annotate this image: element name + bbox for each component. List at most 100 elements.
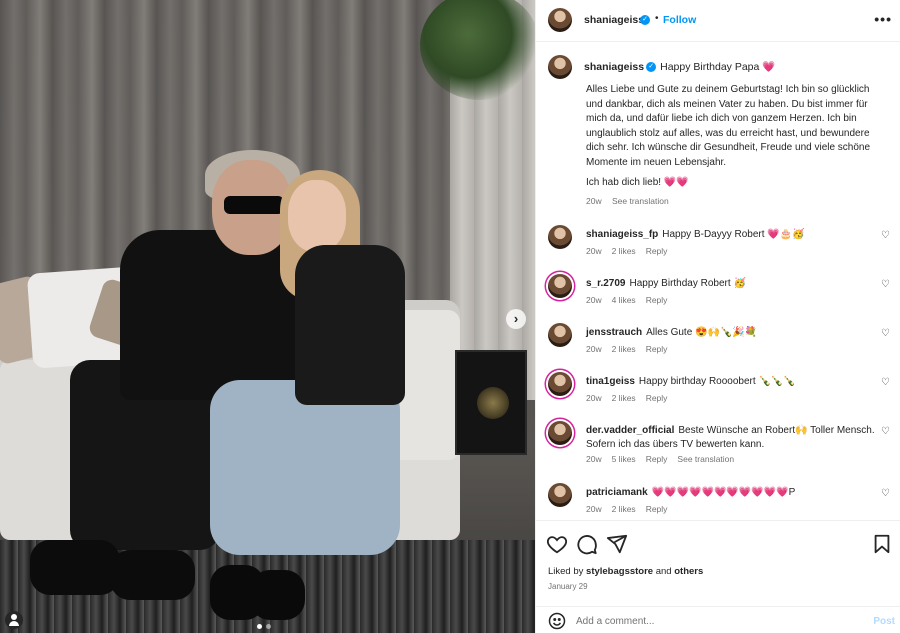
comment-like-icon[interactable]: ♡ [881, 488, 890, 499]
commenter-avatar[interactable] [548, 372, 572, 396]
bookmark-icon[interactable] [871, 533, 893, 555]
follow-button[interactable]: Follow [663, 14, 696, 26]
see-translation-link[interactable]: See translation [612, 196, 669, 206]
post-side-panel: shaniageiss ✓ • Follow ••• shaniageiss ✓ H… [535, 0, 900, 633]
see-translation-link[interactable]: See translation [677, 454, 734, 464]
comment-item: der.vadder_official Beste Wünsche an Robe… [548, 421, 898, 477]
comment-meta: 20w 2 likes Reply [586, 393, 677, 403]
comment-text: 💗💗💗💗💗💗💗💗💗💗💗P [651, 487, 796, 498]
comment-item: s_r.2709 Happy Birthday Robert 🥳 20w 4 lik… [548, 274, 898, 316]
next-photo-button[interactable]: › [506, 309, 526, 329]
comment-line: der.vadder_official Beste Wünsche an Robe… [586, 424, 876, 452]
caption-username[interactable]: shaniageiss [584, 61, 644, 73]
commenter-avatar[interactable] [548, 274, 572, 298]
reply-button[interactable]: Reply [646, 393, 668, 403]
carousel-dot-active [257, 624, 262, 629]
reply-button[interactable]: Reply [646, 504, 668, 514]
liked-by: Liked by stylebagsstore and others [548, 566, 703, 577]
caption-title: Happy Birthday Papa 💗 [660, 61, 776, 73]
header-separator: • [655, 13, 659, 24]
post-comment-button[interactable]: Post [873, 616, 895, 627]
caption-age: 20w [586, 196, 602, 206]
comment-like-icon[interactable]: ♡ [881, 328, 890, 339]
reply-button[interactable]: Reply [646, 246, 668, 256]
liked-by-and: and [655, 566, 672, 577]
comment-item: shaniageiss_fp Happy B-Dayyy Robert 💗🎂🥳 2… [548, 225, 898, 267]
caption-meta: 20w See translation [586, 196, 677, 206]
comment-age: 20w [586, 454, 602, 464]
comment-meta: 20w 2 likes Reply [586, 246, 677, 256]
post-actions: Liked by stylebagsstore and others Janua… [536, 520, 900, 606]
caption-header: shaniageiss ✓ Happy Birthday Papa 💗 [584, 60, 775, 73]
add-comment-bar: Post [536, 606, 900, 633]
commenter-username[interactable]: patriciamank [586, 487, 648, 498]
comment-like-icon[interactable]: ♡ [881, 279, 890, 290]
comment-text: Happy birthday Roooobert 🍾🍾🍾 [638, 376, 796, 387]
liked-by-prefix: Liked by [548, 566, 584, 577]
comment-icon[interactable] [576, 533, 598, 555]
comment-meta: 20w 5 likes Reply See translation [586, 454, 744, 464]
comment-likes[interactable]: 2 likes [612, 344, 636, 354]
comment-meta: 20w 2 likes Reply [586, 504, 677, 514]
reply-button[interactable]: Reply [646, 295, 668, 305]
liked-by-user[interactable]: stylebagsstore [586, 566, 653, 577]
reply-button[interactable]: Reply [646, 454, 668, 464]
author-username[interactable]: shaniageiss [584, 14, 644, 26]
post-header: shaniageiss ✓ • Follow ••• [536, 0, 900, 42]
comment-item: patriciamank 💗💗💗💗💗💗💗💗💗💗💗P 20w 2 likes Reply… [548, 483, 898, 520]
commenter-avatar[interactable] [548, 323, 572, 347]
reply-button[interactable]: Reply [646, 344, 668, 354]
commenter-username[interactable]: jensstrauch [586, 327, 642, 338]
man-shoe [110, 550, 195, 600]
caption-body: Alles Liebe und Gute zu deinem Geburtsta… [586, 84, 871, 168]
comments-scroll-area[interactable]: shaniageiss ✓ Happy Birthday Papa 💗 Alles … [536, 43, 900, 520]
skull-emblem [477, 387, 509, 419]
comment-input[interactable] [576, 612, 846, 630]
comment-like-icon[interactable]: ♡ [881, 377, 890, 388]
comment-age: 20w [586, 504, 602, 514]
comment-line: shaniageiss_fp Happy B-Dayyy Robert 💗🎂🥳 [586, 228, 876, 242]
carousel-dots [257, 624, 271, 629]
commenter-username[interactable]: shaniageiss_fp [586, 229, 658, 240]
more-options-icon[interactable]: ••• [874, 11, 892, 27]
comment-line: s_r.2709 Happy Birthday Robert 🥳 [586, 277, 876, 291]
comment-likes[interactable]: 2 likes [612, 504, 636, 514]
verified-badge-icon: ✓ [646, 62, 657, 73]
caption-closing: Ich hab dich lieb! 💗💗 [586, 177, 689, 188]
like-icon[interactable] [546, 533, 568, 555]
comment-text: Happy B-Dayyy Robert 💗🎂🥳 [662, 229, 805, 240]
comment-age: 20w [586, 295, 602, 305]
comment-meta: 20w 2 likes Reply [586, 344, 677, 354]
comment-line: tina1geiss Happy birthday Roooobert 🍾🍾🍾 [586, 375, 876, 389]
comment-like-icon[interactable]: ♡ [881, 230, 890, 241]
caption-author-avatar[interactable] [548, 55, 572, 79]
commenter-avatar[interactable] [548, 421, 572, 445]
comment-age: 20w [586, 393, 602, 403]
verified-badge-icon: ✓ [640, 15, 650, 25]
user-tags-icon[interactable] [5, 611, 23, 629]
comment-text: Happy Birthday Robert 🥳 [629, 278, 746, 289]
commenter-username[interactable]: tina1geiss [586, 376, 635, 387]
skull-box [455, 350, 527, 455]
commenter-avatar[interactable] [548, 225, 572, 249]
commenter-username[interactable]: der.vadder_official [586, 425, 674, 436]
comment-line: jensstrauch Alles Gute 😍🙌🍾🎉💐 [586, 326, 876, 340]
comment-item: jensstrauch Alles Gute 😍🙌🍾🎉💐 20w 2 likes Re… [548, 323, 898, 365]
comment-age: 20w [586, 344, 602, 354]
comment-likes[interactable]: 2 likes [612, 393, 636, 403]
commenter-avatar[interactable] [548, 483, 572, 507]
comment-like-icon[interactable]: ♡ [881, 426, 890, 437]
liked-by-others[interactable]: others [674, 566, 703, 577]
emoji-icon[interactable] [548, 612, 566, 630]
comment-likes[interactable]: 2 likes [612, 246, 636, 256]
post-date[interactable]: January 29 [548, 582, 588, 591]
comment-likes[interactable]: 5 likes [612, 454, 636, 464]
share-icon[interactable] [606, 533, 628, 555]
author-avatar[interactable] [548, 8, 572, 32]
comment-likes[interactable]: 4 likes [612, 295, 636, 305]
woman-top [295, 245, 405, 405]
comment-line: patriciamank 💗💗💗💗💗💗💗💗💗💗💗P [586, 486, 876, 500]
commenter-username[interactable]: s_r.2709 [586, 278, 626, 289]
post-photo[interactable]: › [0, 0, 535, 633]
woman-jeans [210, 380, 400, 555]
